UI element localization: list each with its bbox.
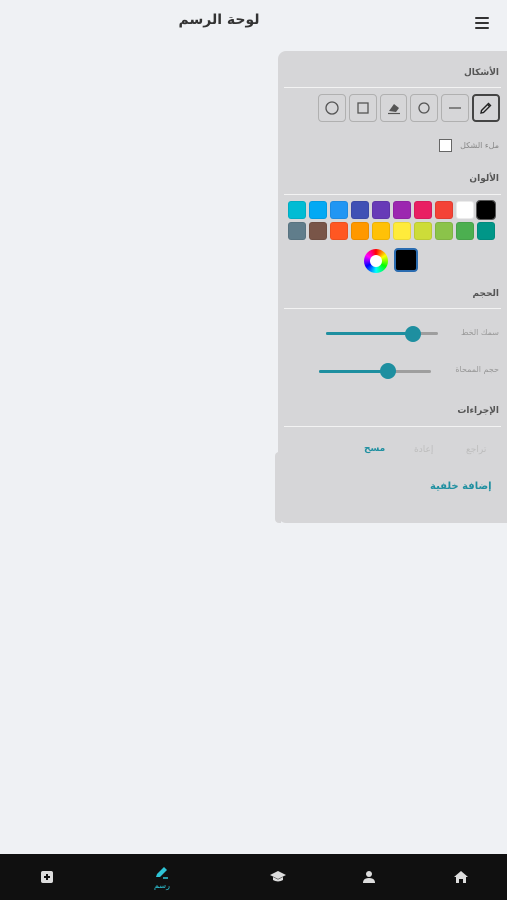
fill-shapes-checkbox[interactable]: [439, 139, 453, 152]
undo-button[interactable]: تراجع: [466, 445, 486, 455]
color-swatch[interactable]: [435, 201, 453, 219]
bottom-navigation: رسم: [0, 854, 507, 900]
color-swatch[interactable]: [288, 201, 306, 219]
redo-button[interactable]: إعادة: [414, 445, 433, 455]
graduation-cap-icon: [270, 871, 286, 882]
nav-learn[interactable]: [267, 854, 289, 900]
color-swatch[interactable]: [414, 201, 432, 219]
draw-icon: [156, 867, 168, 879]
circle-outline-tool-button[interactable]: [318, 94, 346, 122]
color-swatch[interactable]: [351, 222, 369, 240]
divider: [284, 426, 501, 427]
color-swatch[interactable]: [393, 222, 411, 240]
page-title: لوحة الرسم: [178, 12, 260, 28]
color-swatch[interactable]: [456, 222, 474, 240]
fill-shapes-label: ملء الشكل: [460, 141, 499, 150]
eraser-size-label: حجم الممحاة: [455, 365, 499, 374]
app-header: لوحة الرسم: [0, 0, 507, 44]
color-row-2: [288, 222, 496, 240]
nav-draw-label: رسم: [154, 881, 170, 890]
size-section-title: الحجم: [472, 289, 500, 299]
add-note-icon: [41, 871, 53, 883]
shapes-section-title: الأشكال: [463, 68, 499, 78]
color-palette: [288, 200, 496, 243]
circle-tool-button[interactable]: [410, 94, 439, 122]
person-icon: [363, 871, 375, 883]
color-swatch[interactable]: [477, 222, 495, 240]
nav-profile[interactable]: [358, 854, 380, 900]
color-swatch[interactable]: [393, 201, 411, 219]
line-tool-button[interactable]: [441, 94, 470, 122]
color-row-1: [288, 200, 496, 220]
circle-outline-icon: [325, 101, 339, 115]
circle-icon: [418, 102, 431, 114]
eraser-tool-button[interactable]: [379, 94, 408, 122]
actions-section-title: الإجراءات: [457, 406, 499, 416]
color-swatch[interactable]: [330, 201, 348, 219]
current-color-preview[interactable]: [394, 248, 418, 272]
clear-button[interactable]: مسح: [364, 444, 385, 454]
divider: [284, 308, 501, 309]
stroke-width-label: سمك الخط: [460, 328, 499, 337]
nav-home[interactable]: [450, 854, 472, 900]
pencil-icon: [480, 102, 492, 114]
color-swatch[interactable]: [288, 222, 306, 240]
eraser-icon: [387, 104, 400, 115]
hamburger-menu-icon[interactable]: [475, 17, 489, 29]
color-swatch[interactable]: [372, 201, 390, 219]
pencil-tool-button[interactable]: [472, 94, 500, 122]
line-icon: [449, 107, 462, 109]
divider: [284, 87, 501, 88]
eraser-size-fill: [319, 370, 389, 373]
color-swatch[interactable]: [309, 222, 327, 240]
color-swatch[interactable]: [330, 222, 348, 240]
home-icon: [454, 871, 468, 883]
color-swatch[interactable]: [372, 222, 390, 240]
color-swatch[interactable]: [435, 222, 453, 240]
nav-draw[interactable]: رسم: [148, 854, 176, 900]
divider: [284, 194, 501, 195]
color-wheel-icon[interactable]: [364, 249, 388, 273]
square-tool-button[interactable]: [348, 94, 377, 122]
stroke-width-fill: [326, 332, 414, 335]
color-swatch[interactable]: [351, 201, 369, 219]
tool-row: [318, 94, 500, 122]
color-swatch[interactable]: [414, 222, 432, 240]
color-swatch[interactable]: [309, 201, 327, 219]
fill-shapes-row: ملء الشكل: [439, 139, 499, 152]
add-background-button[interactable]: إضافة خلفية: [430, 481, 492, 492]
nav-add-note[interactable]: [36, 854, 58, 900]
color-swatch[interactable]: [456, 201, 474, 219]
colors-section-title: الألوان: [469, 174, 499, 184]
square-icon: [357, 102, 369, 114]
color-swatch[interactable]: [476, 200, 496, 220]
